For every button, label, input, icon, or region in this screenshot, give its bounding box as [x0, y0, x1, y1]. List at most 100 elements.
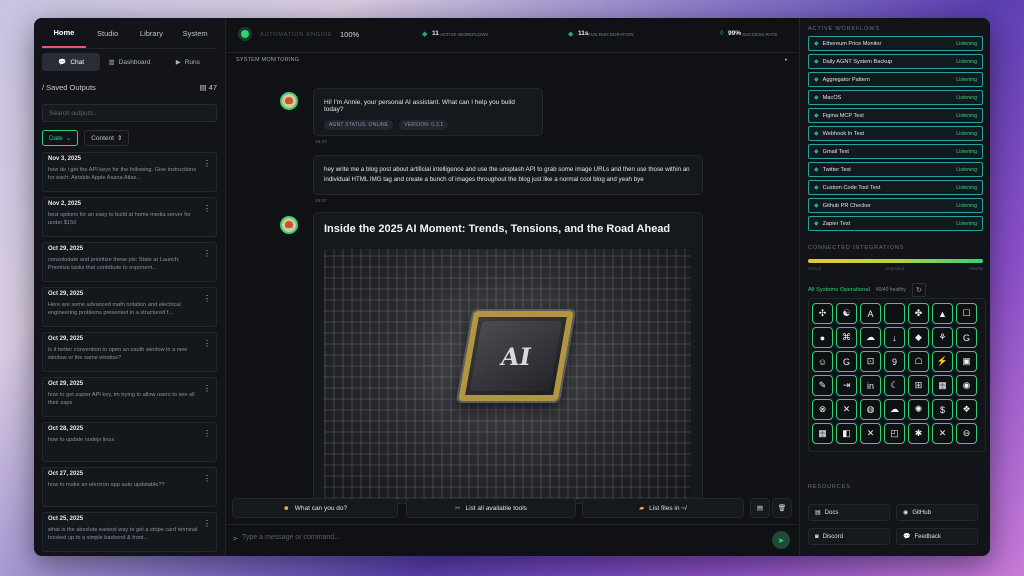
refresh-button[interactable]: ↻	[911, 283, 926, 297]
timestamp: 16:47	[315, 199, 328, 204]
more-options-icon[interactable]: ⋮	[203, 339, 211, 348]
subtab-runs[interactable]: ▶ Runs	[159, 53, 217, 71]
integration-icon[interactable]: ↓	[884, 327, 905, 348]
integration-icon[interactable]: ☾	[884, 375, 905, 396]
workflow-item[interactable]: ◆ Daily AGNT System Backup Listening	[808, 54, 983, 69]
more-options-icon[interactable]: ⋮	[203, 519, 211, 528]
integration-icon[interactable]: ◧	[836, 423, 857, 444]
integration-icon[interactable]: ❖	[956, 399, 977, 420]
integration-icon[interactable]: ▦	[812, 423, 833, 444]
workflow-item[interactable]: ◆ Figma MCP Test Listening	[808, 108, 983, 123]
github-link[interactable]: ◉ GitHub	[896, 504, 978, 521]
chat-icon: 💬	[58, 59, 67, 66]
workflow-item[interactable]: ◆ Github PR Checker Listening	[808, 198, 983, 213]
more-options-icon[interactable]: ⋮	[203, 294, 211, 303]
message-input[interactable]: Type a message or command...	[242, 534, 340, 541]
saved-output-item[interactable]: Oct 29, 2025 how to get zapier API key, i…	[42, 377, 217, 417]
tab-studio[interactable]: Studio	[86, 18, 130, 48]
integration-icon[interactable]: ◍	[860, 399, 881, 420]
list-tools-button[interactable]: ✂ List all available tools	[406, 498, 576, 518]
saved-output-item[interactable]: Oct 29, 2025 is it better convention to o…	[42, 332, 217, 372]
saved-output-item[interactable]: Oct 25, 2025 what is the absolute easiest…	[42, 512, 217, 552]
integration-icon[interactable]: ⊡	[860, 351, 881, 372]
saved-output-item[interactable]: Oct 28, 2025 how to update nodejs linux ⋮	[42, 422, 217, 462]
integration-icon[interactable]: ⌘	[836, 327, 857, 348]
integration-icon[interactable]: ✕	[932, 423, 953, 444]
integration-icon[interactable]: in	[860, 375, 881, 396]
integration-icon[interactable]: ☁	[884, 399, 905, 420]
workflow-item[interactable]: ◆ Gmail Test Listening	[808, 144, 983, 159]
search-input[interactable]: Search outputs...	[42, 104, 217, 122]
more-options-icon[interactable]: ⋮	[203, 474, 211, 483]
integration-icon[interactable]: ▣	[956, 351, 977, 372]
workflow-item[interactable]: ◆ Zapier Test Listening	[808, 216, 983, 231]
date-filter[interactable]: Date ⌄	[42, 130, 79, 146]
integration-icon[interactable]: $	[932, 399, 953, 420]
integration-icon[interactable]: ⊖	[956, 423, 977, 444]
integration-icon[interactable]: ⚡	[932, 351, 953, 372]
clipboard-button[interactable]: ▤	[750, 498, 770, 518]
workflow-item[interactable]: ◆ MacOS Listening	[808, 90, 983, 105]
integration-icon[interactable]: ✺	[908, 399, 929, 420]
integration-icon[interactable]: ☁	[860, 327, 881, 348]
integration-icon[interactable]: ✤	[908, 303, 929, 324]
workflow-item[interactable]: ◆ Aggregator Pattern Listening	[808, 72, 983, 87]
integration-icon[interactable]: ☖	[908, 351, 929, 372]
more-options-icon[interactable]: ⋮	[203, 159, 211, 168]
discord-link[interactable]: ◙ Discord	[808, 528, 890, 545]
integration-icon[interactable]: G	[956, 327, 977, 348]
saved-output-date: Oct 25, 2025	[48, 516, 84, 522]
tab-system[interactable]: System	[173, 18, 217, 48]
send-button[interactable]: ➤	[772, 531, 790, 549]
integration-icon[interactable]: ☯	[836, 303, 857, 324]
trash-button[interactable]: 🗑	[772, 498, 792, 518]
integration-icon[interactable]: ⊗	[812, 399, 833, 420]
integration-icon[interactable]: G	[836, 351, 857, 372]
integration-icon[interactable]: ●	[812, 327, 833, 348]
tab-library[interactable]: Library	[130, 18, 174, 48]
integration-icon[interactable]: ✱	[908, 423, 929, 444]
integration-icon[interactable]: ⊞	[908, 375, 929, 396]
integration-icon[interactable]: ⚘	[932, 327, 953, 348]
integration-icon[interactable]: A	[860, 303, 881, 324]
integration-icon[interactable]: 9	[884, 351, 905, 372]
integration-icon[interactable]: ☐	[956, 303, 977, 324]
integration-icon[interactable]: ✣	[812, 303, 833, 324]
saved-output-item[interactable]: Oct 29, 2025 consolodate and prioritize t…	[42, 242, 217, 282]
more-options-icon[interactable]: ⋮	[203, 384, 211, 393]
list-files-button[interactable]: ▰ List files in ~/	[582, 498, 744, 518]
integration-icon[interactable]: ✎	[812, 375, 833, 396]
integration-icon[interactable]: ◆	[908, 327, 929, 348]
workflow-item[interactable]: ◆ Custom Code Tool Test Listening	[808, 180, 983, 195]
integration-icon[interactable]: ◉	[956, 375, 977, 396]
saved-output-item[interactable]: Oct 29, 2025 Here are some advanced math …	[42, 287, 217, 327]
saved-output-item[interactable]: Oct 27, 2025 how to make an electron app …	[42, 467, 217, 507]
saved-output-item[interactable]: Nov 3, 2025 how do i get the API keys for…	[42, 152, 217, 192]
expand-arrow-icon[interactable]: ▸	[785, 57, 788, 63]
workflow-item[interactable]: ◆ Ethereum Price Monitor Listening	[808, 36, 983, 51]
subtab-chat[interactable]: 💬 Chat	[42, 53, 101, 71]
integration-icon[interactable]: ⇥	[836, 375, 857, 396]
integration-icon[interactable]	[884, 303, 905, 324]
more-options-icon[interactable]: ⋮	[203, 429, 211, 438]
integration-icon[interactable]: ✕	[836, 399, 857, 420]
workflow-item[interactable]: ◆ Twitter Test Listening	[808, 162, 983, 177]
what-can-you-do-button[interactable]: ☻ What can you do?	[232, 498, 398, 518]
integration-icon[interactable]: ☺	[812, 351, 833, 372]
more-options-icon[interactable]: ⋮	[203, 204, 211, 213]
integration-icon[interactable]: ✕	[860, 423, 881, 444]
system-monitoring-bar: SYSTEM MONITORING ▸	[226, 53, 798, 67]
saved-outputs-header: / Saved Outputs ▤ 47	[42, 83, 217, 92]
subtab-dashboard[interactable]: ▥ Dashboard	[100, 53, 158, 71]
docs-link[interactable]: ▤ Docs	[808, 504, 890, 521]
tab-home[interactable]: Home	[42, 18, 86, 48]
integration-icon[interactable]: ▲	[932, 303, 953, 324]
saved-output-item[interactable]: Nov 2, 2025 best options for an easy to b…	[42, 197, 217, 237]
workflow-item[interactable]: ◆ Webhook In Test Listening	[808, 126, 983, 141]
feedback-link[interactable]: 💬 Feedback	[896, 528, 978, 545]
integration-icon[interactable]: ▦	[932, 375, 953, 396]
status-pill: AGNT STATUS: ONLINE	[324, 120, 394, 130]
more-options-icon[interactable]: ⋮	[203, 249, 211, 258]
content-filter[interactable]: Content ⇕	[84, 130, 130, 146]
integration-icon[interactable]: ◰	[884, 423, 905, 444]
